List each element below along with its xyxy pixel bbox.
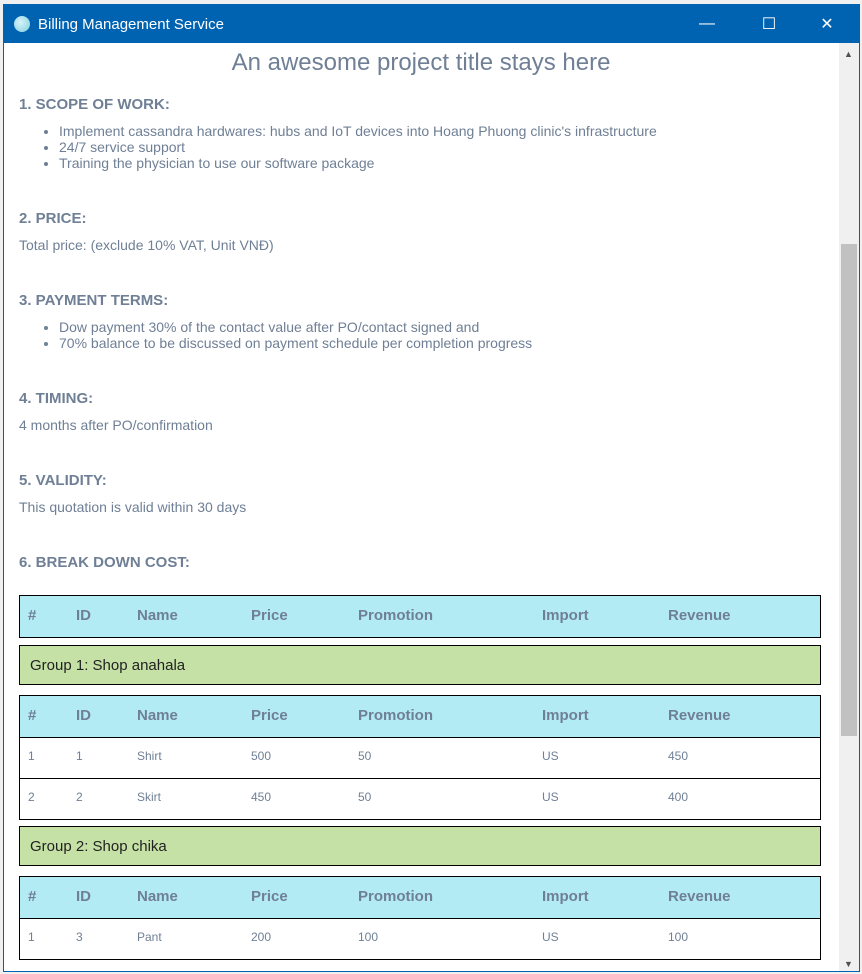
table-cell: US (542, 749, 559, 763)
list-item: Training the physician to use our softwa… (59, 155, 657, 171)
section-heading: 2. PRICE: (19, 210, 87, 227)
group-header: Group 1: Shop anahala (19, 645, 821, 685)
column-header: ID (76, 707, 91, 724)
column-header: Price (251, 607, 288, 624)
section-heading: 4. TIMING: (19, 390, 94, 407)
column-header: Promotion (358, 888, 433, 905)
page-title: An awesome project title stays here (231, 49, 611, 76)
table-cell: 50 (358, 749, 372, 763)
table-cell: Skirt (137, 790, 161, 804)
app-window: Billing Management Service — ☐ ✕ An awes… (3, 4, 860, 972)
section-heading: 5. VALIDITY: (19, 472, 107, 489)
table-cell: US (542, 790, 559, 804)
table-cell: 450 (251, 790, 272, 804)
column-header: Price (251, 888, 288, 905)
table-cell: Shirt (137, 749, 162, 763)
scroll-up-icon[interactable]: ▲ (844, 49, 853, 59)
table-header: # ID Name Price Promotion Import Revenue (20, 696, 820, 737)
table-header-box: # ID Name Price Promotion Import Revenue (19, 595, 821, 638)
column-header: Import (542, 888, 589, 905)
column-header: Revenue (668, 607, 731, 624)
column-header: Name (137, 707, 178, 724)
minimize-button[interactable]: — (684, 5, 730, 43)
table-cell: 1 (28, 749, 35, 763)
column-header: Revenue (668, 707, 731, 724)
table-cell: 100 (358, 930, 379, 944)
column-header: # (28, 607, 37, 624)
table-row: 1 3 Pant 200 100 US 100 (20, 918, 820, 959)
group-label: Group 2: Shop chika (30, 838, 167, 855)
column-header: ID (76, 888, 91, 905)
group-table: # ID Name Price Promotion Import Revenue 1 1 Shir… (19, 695, 821, 820)
group-header: Group 2: Shop chika (19, 826, 821, 866)
table-header: # ID Name Price Promotion Import Revenue (20, 596, 820, 637)
list-item: 24/7 service support (59, 139, 657, 155)
column-header: Name (137, 607, 178, 624)
table-cell: 2 (76, 790, 83, 804)
table-cell: 400 (668, 790, 689, 804)
validity-text: This quotation is valid within 30 days (19, 499, 247, 515)
table-cell: 2 (28, 790, 35, 804)
section-heading: 3. PAYMENT TERMS: (19, 292, 169, 309)
section-heading: 1. SCOPE OF WORK: (19, 96, 170, 113)
maximize-button[interactable]: ☐ (746, 5, 792, 43)
vertical-scrollbar[interactable]: ▲ ▼ (839, 43, 859, 971)
table-cell: 450 (668, 749, 689, 763)
column-header: Import (542, 707, 589, 724)
table-cell: 100 (668, 930, 689, 944)
close-button[interactable]: ✕ (804, 5, 850, 43)
table-row: 1 1 Shirt 500 50 US 450 (20, 737, 820, 778)
app-icon (14, 16, 30, 32)
table-cell: 1 (28, 930, 35, 944)
column-header: Promotion (358, 707, 433, 724)
column-header: Promotion (358, 607, 433, 624)
column-header: ID (76, 607, 91, 624)
table-header: # ID Name Price Promotion Import Revenue (20, 877, 820, 918)
title-bar[interactable]: Billing Management Service — ☐ ✕ (4, 5, 859, 43)
list-item: Implement cassandra hardwares: hubs and … (59, 123, 657, 139)
group-table: # ID Name Price Promotion Import Revenue 1 3 Pant… (19, 876, 821, 960)
table-cell: 1 (76, 749, 83, 763)
scrollbar-thumb[interactable] (841, 244, 857, 736)
table-cell: Pant (137, 930, 162, 944)
column-header: Revenue (668, 888, 731, 905)
table-cell: 50 (358, 790, 372, 804)
list-item: Dow payment 30% of the contact value aft… (59, 319, 532, 335)
document-content: An awesome project title stays here 1. S… (4, 43, 838, 971)
column-header: # (28, 888, 37, 905)
column-header: # (28, 707, 37, 724)
table-cell: US (542, 930, 559, 944)
payment-list: Dow payment 30% of the contact value aft… (19, 319, 532, 351)
section-heading: 6. BREAK DOWN COST: (19, 554, 190, 571)
window-title: Billing Management Service (38, 16, 224, 33)
column-header: Import (542, 607, 589, 624)
table-row: 2 2 Skirt 450 50 US 400 (20, 778, 820, 819)
table-cell: 200 (251, 930, 272, 944)
column-header: Price (251, 707, 288, 724)
list-item: 70% balance to be discussed on payment s… (59, 335, 532, 351)
timing-text: 4 months after PO/confirmation (19, 417, 213, 433)
table-cell: 500 (251, 749, 272, 763)
table-cell: 3 (76, 930, 83, 944)
column-header: Name (137, 888, 178, 905)
scroll-down-icon[interactable]: ▼ (844, 959, 853, 969)
scope-list: Implement cassandra hardwares: hubs and … (19, 123, 657, 171)
price-text: Total price: (exclude 10% VAT, Unit VNĐ) (19, 237, 274, 253)
group-label: Group 1: Shop anahala (30, 657, 186, 674)
